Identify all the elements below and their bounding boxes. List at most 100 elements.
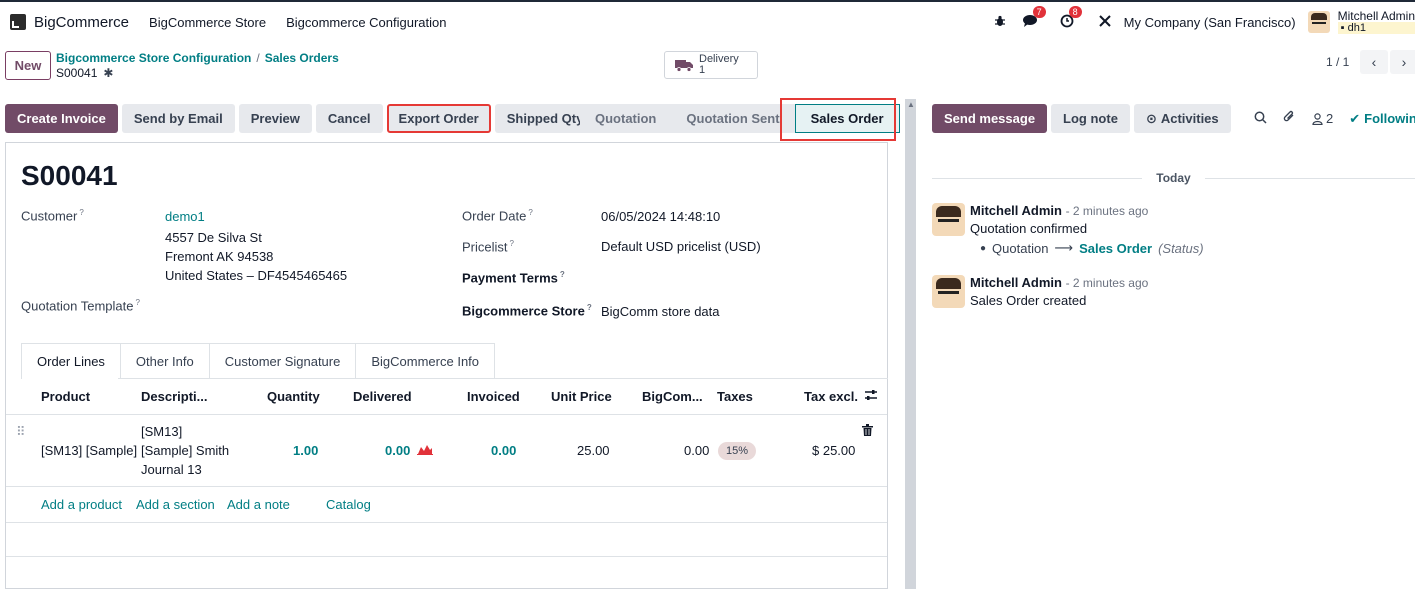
header-divider: [6, 414, 887, 415]
chatter-resize-handle[interactable]: [905, 99, 916, 589]
tab-customer-signature[interactable]: Customer Signature: [208, 343, 357, 379]
following-button[interactable]: ✔Following: [1349, 111, 1415, 127]
tools-icon[interactable]: [1098, 14, 1112, 31]
column-bigcommerce[interactable]: BigCom...: [642, 389, 703, 404]
app-name[interactable]: BigCommerce: [34, 14, 129, 31]
preview-button[interactable]: Preview: [238, 104, 312, 133]
column-tax-excl[interactable]: Tax excl.: [804, 389, 858, 404]
today-label: Today: [1156, 171, 1191, 185]
export-order-button[interactable]: Export Order: [386, 104, 491, 133]
form-sheet: S00041 Customer? demo1 4557 De Silva St …: [5, 142, 888, 589]
activities-clock-small-icon: ⊙: [1145, 110, 1157, 126]
message-avatar[interactable]: [932, 275, 965, 308]
user-database: ▪ dh1: [1337, 22, 1415, 34]
line-description-1[interactable]: [SM13]: [141, 424, 182, 439]
column-quantity[interactable]: Quantity: [267, 389, 320, 404]
message-avatar[interactable]: [932, 203, 965, 236]
column-taxes[interactable]: Taxes: [717, 389, 753, 404]
add-row-divider: [6, 522, 887, 523]
tab-other-info[interactable]: Other Info: [119, 343, 210, 379]
payment-terms-label: Payment Terms?: [462, 270, 565, 286]
line-description-3[interactable]: Journal 13: [141, 462, 202, 477]
bug-icon[interactable]: [994, 14, 1006, 30]
forecast-chart-icon[interactable]: [417, 443, 433, 458]
line-quantity[interactable]: 1.00: [293, 443, 318, 458]
activities-button[interactable]: ⊙ Activities: [1133, 104, 1231, 133]
column-delivered[interactable]: Delivered: [353, 389, 412, 404]
message-author: Mitchell Admin - 2 minutes ago: [970, 203, 1149, 218]
pricelist-value[interactable]: Default USD pricelist (USD): [601, 239, 761, 254]
search-icon[interactable]: [1254, 111, 1267, 127]
tab-order-lines[interactable]: Order Lines: [21, 343, 121, 379]
line-bigcommerce[interactable]: 0.00: [684, 443, 709, 458]
tracking-field: (Status): [1158, 240, 1204, 256]
menu-bigcommerce-configuration[interactable]: Bigcommerce Configuration: [286, 15, 446, 30]
activities-badge: 8: [1068, 5, 1082, 18]
tracking-value: ● Quotation ⟶ Sales Order (Status): [980, 240, 1204, 256]
company-switcher[interactable]: My Company (San Francisco): [1124, 15, 1296, 30]
delivery-smart-button[interactable]: Delivery 1: [664, 51, 758, 79]
user-name: Mitchell Admin: [1337, 9, 1415, 23]
order-date-value[interactable]: 06/05/2024 14:48:10: [601, 209, 720, 224]
menu-bigcommerce-store[interactable]: BigCommerce Store: [149, 15, 266, 30]
cancel-button[interactable]: Cancel: [315, 104, 383, 133]
breadcrumb: Bigcommerce Store Configuration / Sales Or…: [56, 51, 339, 65]
add-note-link[interactable]: Add a note: [227, 497, 290, 512]
messages-icon[interactable]: 7: [1022, 6, 1046, 30]
add-section-link[interactable]: Add a section: [136, 497, 215, 512]
column-unit-price[interactable]: Unit Price: [551, 389, 612, 404]
new-button[interactable]: New: [5, 51, 51, 80]
send-by-email-button[interactable]: Send by Email: [121, 104, 235, 133]
line-description-2[interactable]: [Sample] Smith: [141, 443, 229, 458]
trash-icon[interactable]: [862, 424, 873, 439]
tabs-underline: [118, 378, 888, 379]
stage-quotation-sent[interactable]: Quotation Sent: [671, 104, 795, 133]
stage-sales-order[interactable]: Sales Order: [794, 104, 900, 133]
message-body: Quotation confirmed: [970, 221, 1088, 236]
column-invoiced[interactable]: Invoiced: [467, 389, 520, 404]
gear-icon[interactable]: ✱: [103, 66, 113, 80]
create-invoice-button[interactable]: Create Invoice: [5, 104, 118, 133]
activities-clock-icon[interactable]: 8: [1060, 5, 1082, 31]
stage-quotation[interactable]: Quotation: [580, 104, 672, 133]
drag-handle-icon[interactable]: ⠿: [16, 424, 26, 440]
line-product[interactable]: [SM13] [Sample]: [41, 443, 137, 458]
chatter-tools: 2 ✔Following: [1254, 110, 1415, 127]
followers-button[interactable]: 2: [1312, 111, 1333, 126]
database-icon: ▪: [1340, 22, 1348, 34]
customer-name[interactable]: demo1: [165, 209, 205, 224]
breadcrumb-sales-orders[interactable]: Sales Orders: [265, 51, 339, 65]
log-note-button[interactable]: Log note: [1051, 104, 1130, 133]
line-delivered[interactable]: 0.00: [385, 443, 410, 458]
column-product[interactable]: Product: [41, 389, 90, 404]
check-icon: ✔: [1349, 110, 1361, 126]
messages-badge: 7: [1032, 6, 1046, 18]
pager-next-icon[interactable]: ›: [1390, 50, 1415, 74]
message-author: Mitchell Admin - 2 minutes ago: [970, 275, 1149, 290]
database-name: dh1: [1347, 22, 1366, 34]
bigcommerce-store-value[interactable]: BigComm store data: [601, 304, 720, 319]
bigcommerce-logo-icon[interactable]: [10, 14, 26, 30]
chatter-actions: Send message Log note ⊙ Activities: [932, 104, 1231, 133]
breadcrumb-store-config[interactable]: Bigcommerce Store Configuration: [56, 51, 251, 65]
customer-address-line2: Fremont AK 94538: [165, 249, 274, 264]
status-bar: Quotation Quotation Sent Sales Order: [580, 104, 900, 133]
line-unit-price[interactable]: 25.00: [577, 443, 610, 458]
add-product-link[interactable]: Add a product: [41, 497, 122, 512]
breadcrumb-separator: /: [256, 51, 260, 65]
send-message-button[interactable]: Send message: [932, 104, 1048, 133]
pager-previous-icon[interactable]: ‹: [1360, 50, 1388, 74]
line-invoiced[interactable]: 0.00: [491, 443, 516, 458]
tab-bigcommerce-info[interactable]: BigCommerce Info: [355, 343, 496, 379]
user-menu[interactable]: Mitchell Admin ▪ dh1: [1337, 9, 1415, 34]
line-tax-badge[interactable]: 15%: [718, 442, 757, 460]
paperclip-icon[interactable]: [1283, 110, 1296, 127]
arrow-right-icon: ⟶: [1054, 240, 1074, 255]
navbar-systray: 7 8 My Company (San Francisco) Mitchell …: [994, 2, 1415, 42]
catalog-link[interactable]: Catalog: [326, 497, 371, 512]
column-settings-icon[interactable]: [864, 389, 878, 404]
user-avatar[interactable]: [1307, 11, 1330, 33]
column-description[interactable]: Descripti...: [141, 389, 207, 404]
pager-value[interactable]: 1 / 1: [1326, 55, 1349, 69]
message-body: Sales Order created: [970, 293, 1087, 308]
